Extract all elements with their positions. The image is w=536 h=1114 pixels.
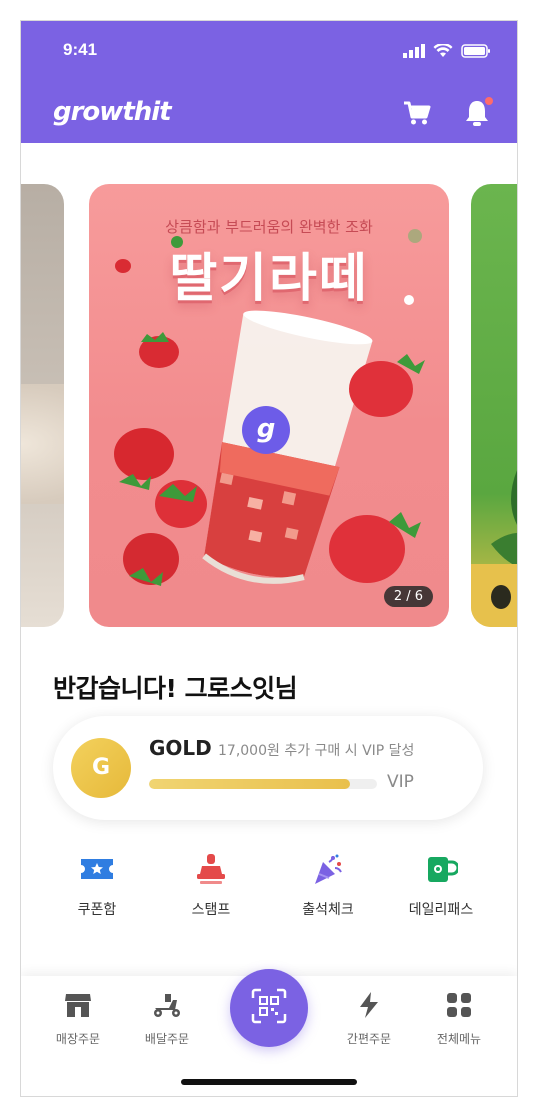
tab-all-menu[interactable]: 전체메뉴 xyxy=(419,988,499,1047)
qr-scan-icon xyxy=(249,986,289,1030)
wifi-icon xyxy=(433,42,453,62)
qr-scan-button[interactable] xyxy=(230,969,308,1047)
phone-screen: 9:41 growthit 상큼함과 부드러움의 완벽한 조화 딸기라떼 g 2… xyxy=(20,20,518,1097)
tier-target: VIP xyxy=(387,772,414,792)
signal-icon xyxy=(403,43,425,62)
quick-attendance-label: 출석체크 xyxy=(302,902,354,918)
quick-dailypass-label: 데일리패스 xyxy=(408,902,474,918)
greeting-text: 반갑습니다! 그로스잇님 xyxy=(53,674,298,703)
brand-mark-icon: g xyxy=(242,406,290,454)
app-header: 9:41 growthit xyxy=(21,21,517,143)
carousel-pager: 2 / 6 xyxy=(383,586,433,607)
home-indicator[interactable] xyxy=(181,1079,357,1085)
quick-stamp[interactable]: 스탬프 xyxy=(166,851,256,919)
cart-icon[interactable] xyxy=(399,95,435,131)
quick-menu: 쿠폰함 스탬프 출석체크 데일리패스 xyxy=(21,851,517,931)
quick-stamp-label: 스탬프 xyxy=(191,902,231,918)
status-time: 9:41 xyxy=(63,40,98,59)
scooter-icon xyxy=(150,988,184,1022)
tier-progress-bar xyxy=(149,779,377,789)
quick-coupon-label: 쿠폰함 xyxy=(77,902,117,918)
membership-card[interactable]: G GOLD 17,000원 추가 구매 시 VIP 달성 VIP xyxy=(53,716,483,820)
tab-store-order-label: 매장주문 xyxy=(55,1032,101,1046)
bottom-tab-bar: 매장주문 배달주문 간편주문 전체메뉴 xyxy=(21,969,517,1096)
tier-progress-fill xyxy=(149,779,350,789)
store-icon xyxy=(61,988,95,1022)
stamp-icon xyxy=(193,851,229,887)
status-icons xyxy=(403,42,491,62)
leaf-illustration xyxy=(471,470,517,627)
bell-icon[interactable] xyxy=(459,95,495,131)
tab-store-order[interactable]: 매장주문 xyxy=(38,988,118,1047)
notification-dot xyxy=(485,97,493,105)
tab-quick-order-label: 간편주문 xyxy=(346,1032,392,1046)
tab-all-menu-label: 전체메뉴 xyxy=(436,1032,482,1046)
banner-card-prev[interactable] xyxy=(21,184,64,627)
tab-delivery-order-label: 배달주문 xyxy=(144,1032,190,1046)
quick-coupon[interactable]: 쿠폰함 xyxy=(52,851,142,919)
tab-delivery-order[interactable]: 배달주문 xyxy=(127,988,207,1047)
banner-card-current[interactable]: 상큼함과 부드러움의 완벽한 조화 딸기라떼 g 2 / 6 xyxy=(89,184,449,627)
lightning-icon xyxy=(352,988,386,1022)
app-logo[interactable]: growthit xyxy=(53,97,172,127)
tab-quick-order[interactable]: 간편주문 xyxy=(329,988,409,1047)
quick-attendance[interactable]: 출석체크 xyxy=(283,851,373,919)
battery-icon xyxy=(461,43,491,62)
banner-card-next[interactable] xyxy=(471,184,517,627)
gold-tier-badge: G xyxy=(71,738,131,798)
banner-carousel[interactable]: 상큼함과 부드러움의 완벽한 조화 딸기라떼 g 2 / 6 xyxy=(21,184,517,629)
grid-menu-icon xyxy=(442,988,476,1022)
tier-name: GOLD xyxy=(149,736,212,760)
coupon-icon xyxy=(79,851,115,887)
tier-description: 17,000원 추가 구매 시 VIP 달성 xyxy=(218,743,415,759)
quick-dailypass[interactable]: 데일리패스 xyxy=(396,851,486,919)
party-popper-icon xyxy=(310,851,346,887)
mug-icon xyxy=(423,851,459,887)
